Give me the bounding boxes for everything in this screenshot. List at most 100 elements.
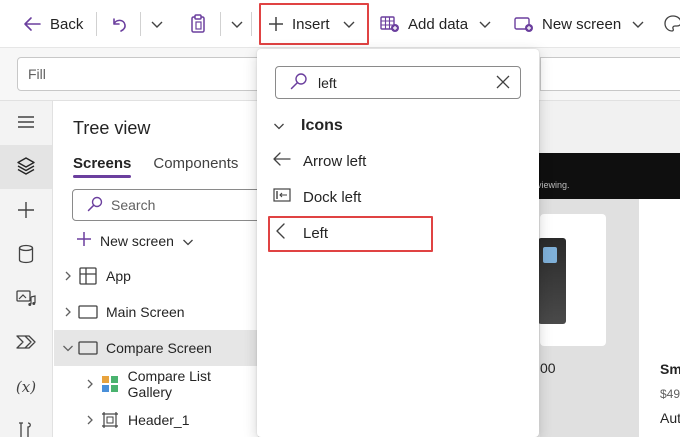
new-screen-button[interactable]: New screen <box>514 0 645 48</box>
tab-components[interactable]: Components <box>153 155 238 178</box>
detail-column <box>639 199 680 437</box>
back-button[interactable]: Back <box>22 0 83 48</box>
chevron-down-icon <box>631 19 645 29</box>
tree-item-app[interactable]: App <box>54 258 258 294</box>
tools-rail-button[interactable] <box>0 409 52 437</box>
chevron-right-icon[interactable] <box>80 378 100 390</box>
insert-search-box <box>275 66 521 99</box>
tree-new-screen-button[interactable]: New screen <box>76 231 194 250</box>
power-automate-rail-button[interactable] <box>0 321 52 365</box>
tree-view-panel: Tree view Screens Components Search New … <box>54 101 272 437</box>
icons-category-header[interactable]: Icons <box>273 115 343 137</box>
insert-rail-button[interactable] <box>0 189 52 233</box>
close-icon[interactable] <box>496 75 510 92</box>
variables-icon: (𝑥) <box>15 378 37 396</box>
new-screen-icon <box>514 15 534 33</box>
tree-search-placeholder: Search <box>111 197 156 213</box>
paste-button[interactable] <box>189 0 207 48</box>
header-tagline: viewing. <box>537 180 570 190</box>
app-icon <box>78 267 98 285</box>
layers-icon <box>16 156 36 179</box>
tree-search-input[interactable]: Search <box>72 189 272 221</box>
formula-input[interactable] <box>540 57 680 91</box>
tree-item-label: Compare Screen <box>106 340 212 356</box>
chevron-down-icon <box>182 233 194 249</box>
insert-highlight <box>259 3 369 45</box>
hamburger-icon <box>17 115 35 132</box>
product-price: $49 <box>660 387 680 401</box>
tree-view-title: Tree view <box>73 118 151 138</box>
palette-icon <box>664 15 680 33</box>
back-label: Back <box>50 15 84 33</box>
database-icon <box>18 244 34 267</box>
menu-item-label: Dock left <box>303 188 362 206</box>
tree-item-compare-screen[interactable]: Compare Screen <box>54 330 258 366</box>
left-item-highlight <box>268 216 433 252</box>
tree-item-compare-list-gallery[interactable]: Compare List Gallery <box>54 366 258 402</box>
power-automate-icon <box>16 334 36 353</box>
chevron-down-icon <box>478 19 492 29</box>
variables-rail-button[interactable]: (𝑥) <box>0 365 52 409</box>
tools-icon <box>17 421 35 437</box>
chevron-right-icon[interactable] <box>80 414 100 426</box>
toolbar-divider <box>251 12 252 36</box>
add-data-label: Add data <box>408 15 469 33</box>
property-selector[interactable]: Fill <box>17 57 262 91</box>
arrow-left-icon <box>273 152 291 170</box>
toolbar-divider <box>140 12 141 36</box>
paste-dropdown-button[interactable] <box>230 0 244 48</box>
undo-icon <box>110 15 128 33</box>
clipboard-icon <box>189 14 207 34</box>
arrow-left-icon <box>22 16 42 32</box>
hamburger-menu-button[interactable] <box>0 101 52 145</box>
chevron-right-icon[interactable] <box>58 270 78 282</box>
toolbar-divider <box>220 12 221 36</box>
media-rail-button[interactable] <box>0 277 52 321</box>
tree-item-label: App <box>106 268 131 284</box>
chevron-down-icon <box>273 117 285 135</box>
gallery-icon <box>100 375 120 393</box>
product-image-screen <box>543 247 557 263</box>
tree-view-rail-button[interactable] <box>0 145 52 189</box>
tree-item-main-screen[interactable]: Main Screen <box>54 294 258 330</box>
new-screen-label: New screen <box>542 15 622 33</box>
tree-new-screen-label: New screen <box>100 232 174 249</box>
screen-icon <box>78 304 98 320</box>
menu-item-arrow-left[interactable]: Arrow left <box>273 150 366 172</box>
tree-item-label: Header_1 <box>128 412 190 428</box>
plus-icon <box>17 201 35 222</box>
screen-icon <box>78 340 98 356</box>
add-data-button[interactable]: Add data <box>380 0 492 48</box>
left-rail: (𝑥) <box>0 101 53 437</box>
category-label: Icons <box>301 117 343 134</box>
search-icon <box>87 196 103 215</box>
tree-view-tabs: Screens Components <box>73 155 238 178</box>
theme-button[interactable] <box>664 0 680 48</box>
tab-screens[interactable]: Screens <box>73 155 132 178</box>
menu-item-label: Arrow left <box>303 152 367 170</box>
tree-item-header-1[interactable]: Header_1 <box>54 402 258 437</box>
chevron-down-icon <box>230 19 244 29</box>
chevron-down-icon <box>150 19 164 29</box>
dock-left-icon <box>273 188 291 206</box>
insert-search-input[interactable] <box>318 74 478 91</box>
chevron-down-icon[interactable] <box>58 344 78 352</box>
card-price: 00 <box>540 360 556 376</box>
plus-icon <box>76 231 92 250</box>
product-title: Sm <box>660 361 680 377</box>
product-description: Aut <box>660 410 680 426</box>
container-icon <box>100 411 120 429</box>
data-rail-button[interactable] <box>0 233 52 277</box>
undo-dropdown-button[interactable] <box>150 0 164 48</box>
tree-item-label: Main Screen <box>106 304 185 320</box>
insert-menu: Icons Arrow left Dock left Left <box>257 49 539 437</box>
table-add-icon <box>380 15 400 33</box>
toolbar-divider <box>96 12 97 36</box>
command-bar: Back Insert Add data New screen <box>0 0 680 48</box>
chevron-right-icon[interactable] <box>58 306 78 318</box>
undo-button[interactable] <box>110 0 128 48</box>
search-icon <box>290 72 308 93</box>
tree-item-label: Compare List Gallery <box>127 368 211 400</box>
media-icon <box>16 289 36 310</box>
menu-item-dock-left[interactable]: Dock left <box>273 186 361 208</box>
